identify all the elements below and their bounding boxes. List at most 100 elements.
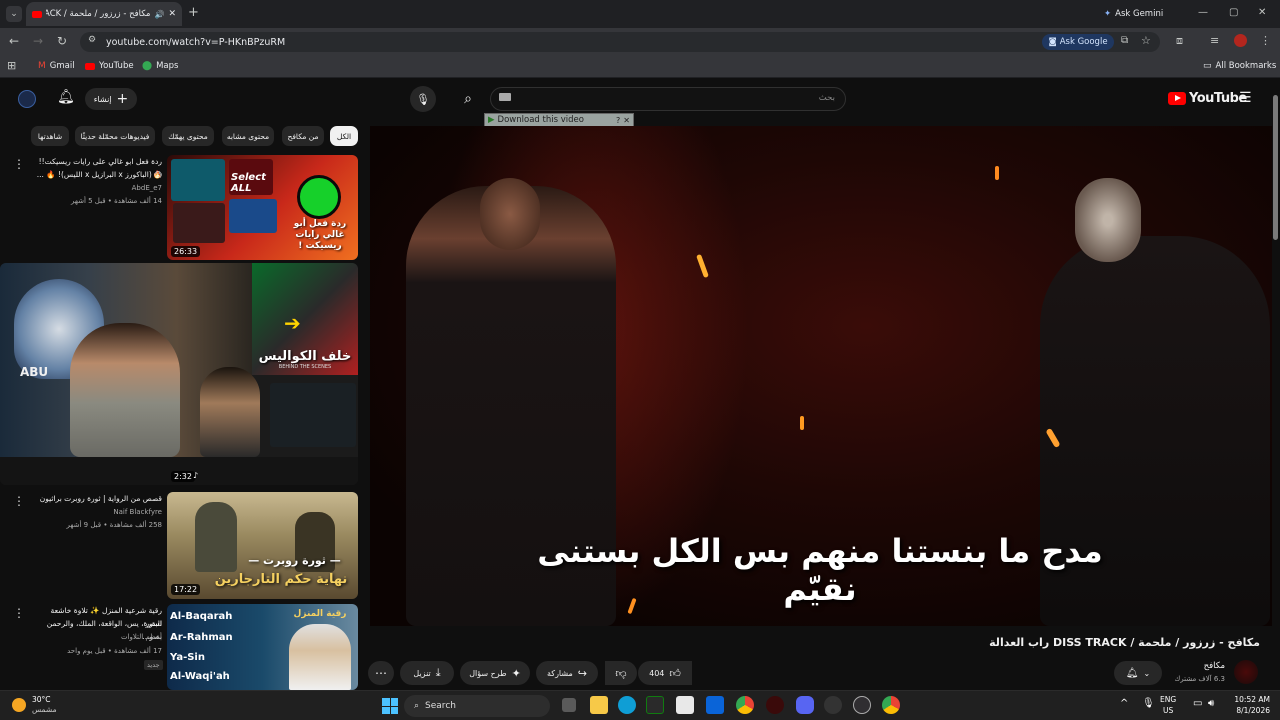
dislike-button[interactable]: 👎︎ — [605, 661, 637, 685]
minimize-icon[interactable]: — — [1198, 7, 1208, 19]
site-info-icon[interactable]: ⚙ — [88, 35, 96, 45]
plus-icon: + — [116, 91, 129, 107]
download-button[interactable]: تنزيل ⤓ — [400, 661, 454, 685]
task-view-icon[interactable] — [562, 698, 576, 712]
ask-button[interactable]: طرح سؤال ✦ — [460, 661, 530, 685]
tray-chevron-icon[interactable]: ^ — [1120, 698, 1128, 710]
scrollbar-thumb[interactable] — [1273, 95, 1278, 240]
chrome-2-icon[interactable] — [882, 696, 900, 714]
gemini-icon: ✦ — [1104, 9, 1112, 19]
close-download-icon[interactable]: ✕ — [623, 116, 630, 125]
reload-icon[interactable]: ↻ — [57, 35, 67, 47]
chip-recently-uploaded[interactable]: فيديوهات محمّلة حديثًا — [75, 126, 155, 146]
rec-4-header: رقية المنزل — [293, 609, 347, 619]
tray-mic-icon[interactable]: 🎙︎ — [1142, 698, 1155, 710]
audio-playing-icon[interactable]: 🔊 — [154, 10, 164, 19]
profile-avatar[interactable] — [1234, 34, 1247, 47]
bookmark-youtube[interactable]: YouTube — [85, 61, 134, 71]
rec-2-duration: 2:32 — [171, 471, 195, 482]
rec-1-channel[interactable]: AbdE_e7 — [32, 184, 162, 192]
like-button[interactable]: 404 👍︎ — [638, 661, 692, 685]
rec-2-thumb-sub: BEHIND THE SCENES — [278, 364, 332, 370]
guide-menu-icon[interactable]: ☰ — [1239, 91, 1252, 105]
app-red-icon[interactable] — [766, 696, 784, 714]
back-icon[interactable]: ← — [9, 35, 19, 47]
network-icon[interactable]: ▭ — [1193, 698, 1202, 710]
more-actions-button[interactable]: ⋯ — [368, 661, 394, 685]
notifications-bell-icon[interactable]: 🔔︎ — [57, 90, 75, 104]
rec-4-thumbnail[interactable]: Al-Baqarah Ar-Rahman Ya-Sin Al-Waqi'ah ر… — [167, 604, 358, 690]
chip-watched[interactable]: شاهدتها — [31, 126, 69, 146]
chip-similar[interactable]: محتوى مشابه — [222, 126, 274, 146]
rec-1-more-icon[interactable]: ⋮ — [13, 157, 25, 171]
search-icon: ⌕ — [414, 701, 420, 711]
rec-4-reciter — [289, 624, 351, 690]
tab-search-list-icon[interactable]: ≡ — [1210, 35, 1219, 47]
rec-3-title[interactable]: قصص من الرواية | ثورة روبرت براثيون — [32, 492, 162, 505]
search-button[interactable]: ⌕ — [455, 86, 481, 112]
forward-icon[interactable]: → — [33, 35, 43, 47]
taskbar-search[interactable]: ⌕ Search — [404, 695, 550, 717]
install-app-icon[interactable]: ⧉ — [1121, 35, 1128, 46]
account-avatar[interactable] — [18, 90, 36, 108]
help-icon[interactable]: ? — [616, 116, 620, 125]
youtube-play-icon — [1168, 92, 1186, 105]
tab-close-icon[interactable]: ✕ — [168, 9, 176, 19]
rec-1-title-line2[interactable]: 😱 (الباكورز x البرازيل x الليس)! 🔥 ... — [32, 168, 162, 181]
rec-4-name-0: Al-Baqarah — [170, 611, 233, 622]
share-button[interactable]: مشاركة ↪ — [536, 661, 598, 685]
search-input[interactable]: بحث — [490, 87, 846, 111]
rec-4-channel[interactable]: أعظم التلاوات — [32, 633, 162, 641]
xbox-icon[interactable] — [646, 696, 664, 714]
store-icon[interactable] — [676, 696, 694, 714]
rec-1-thumbnail[interactable]: Select ALL ردة فعل أبو غالي رايات ريسيكت… — [167, 155, 358, 260]
bookmark-maps[interactable]: ⬤ Maps — [142, 61, 178, 71]
volume-icon[interactable]: 🔊︎ — [1208, 698, 1214, 710]
file-explorer-icon[interactable] — [590, 696, 608, 714]
lang-indicator[interactable]: ENG US — [1160, 694, 1176, 716]
app-dark-icon[interactable] — [824, 696, 842, 714]
all-bookmarks[interactable]: ▭ All Bookmarks — [1203, 61, 1276, 71]
youtube-logo[interactable]: YouTube — [1168, 91, 1247, 106]
keyboard-icon[interactable] — [499, 93, 511, 101]
start-button[interactable] — [382, 698, 398, 714]
address-bar[interactable]: ⚙ youtube.com/watch?v=P-HKnBPzuRM ◙ Ask … — [80, 32, 1160, 52]
chip-from-channel[interactable]: من مكافح — [282, 126, 324, 146]
microphone-icon: 🎙︎ — [416, 92, 430, 106]
edge-icon[interactable] — [618, 696, 636, 714]
bookmark-gmail[interactable]: M Gmail — [38, 61, 75, 71]
subscribe-bell-button[interactable]: 🔔︎ ⌄ — [1114, 661, 1162, 685]
bookmark-star-icon[interactable]: ☆ — [1141, 34, 1151, 47]
maximize-icon[interactable]: ▢ — [1229, 7, 1238, 19]
rec-3-channel[interactable]: Naif Blackfyre — [32, 508, 162, 516]
active-tab[interactable]: مكافح - زرزور / ملحمة / DISS TRACK 🔊 ✕ — [26, 2, 182, 26]
close-window-icon[interactable]: ✕ — [1258, 7, 1266, 19]
chip-all[interactable]: الكل — [330, 126, 358, 146]
extensions-icon[interactable]: ⧈ — [1176, 35, 1183, 47]
rec-4-name-2: Ya-Sin — [170, 652, 205, 663]
ask-google-button[interactable]: ◙ Ask Google — [1042, 34, 1114, 50]
new-tab-icon[interactable]: + — [188, 6, 199, 19]
chrome-menu-icon[interactable]: ⋮ — [1260, 35, 1271, 47]
rec-3-more-icon[interactable]: ⋮ — [13, 494, 25, 508]
mail-icon[interactable] — [706, 696, 724, 714]
ask-gemini-button[interactable]: ✦ Ask Gemini — [1104, 5, 1176, 23]
download-video-bar[interactable]: ▶ Download this video ? ✕ — [484, 113, 634, 127]
tab-search-icon[interactable]: ⌄ — [6, 6, 22, 22]
rec-4-more-icon[interactable]: ⋮ — [13, 606, 25, 620]
apps-grid-icon[interactable]: ⊞ — [7, 60, 16, 72]
clock[interactable]: 10:52 AM 8/1/2026 — [1224, 694, 1270, 716]
rec-3-thumbnail[interactable]: — ثورة روبرت — نهاية حكم التارجارين 17:2… — [167, 492, 358, 599]
voice-search-button[interactable]: 🎙︎ — [410, 86, 436, 112]
rec-2-preview[interactable]: ABU ➔ خلف الكواليس BEHIND THE SCENES 2:3… — [0, 263, 358, 485]
weather-widget[interactable]: 30°C مشمس — [12, 695, 57, 715]
rec-4-new-badge: جديد — [144, 660, 163, 670]
streamer-person — [70, 323, 180, 457]
channel-avatar[interactable] — [1234, 660, 1258, 684]
chrome-icon[interactable] — [736, 696, 754, 714]
obs-icon[interactable] — [853, 696, 871, 714]
video-subtitle: مدح ما بنستنا منهم بس الكل بستنى نقيّم — [537, 532, 1103, 608]
chip-for-you[interactable]: محتوى يهمّك — [162, 126, 214, 146]
discord-icon[interactable] — [796, 696, 814, 714]
create-button[interactable]: إنشاء + — [85, 88, 137, 110]
